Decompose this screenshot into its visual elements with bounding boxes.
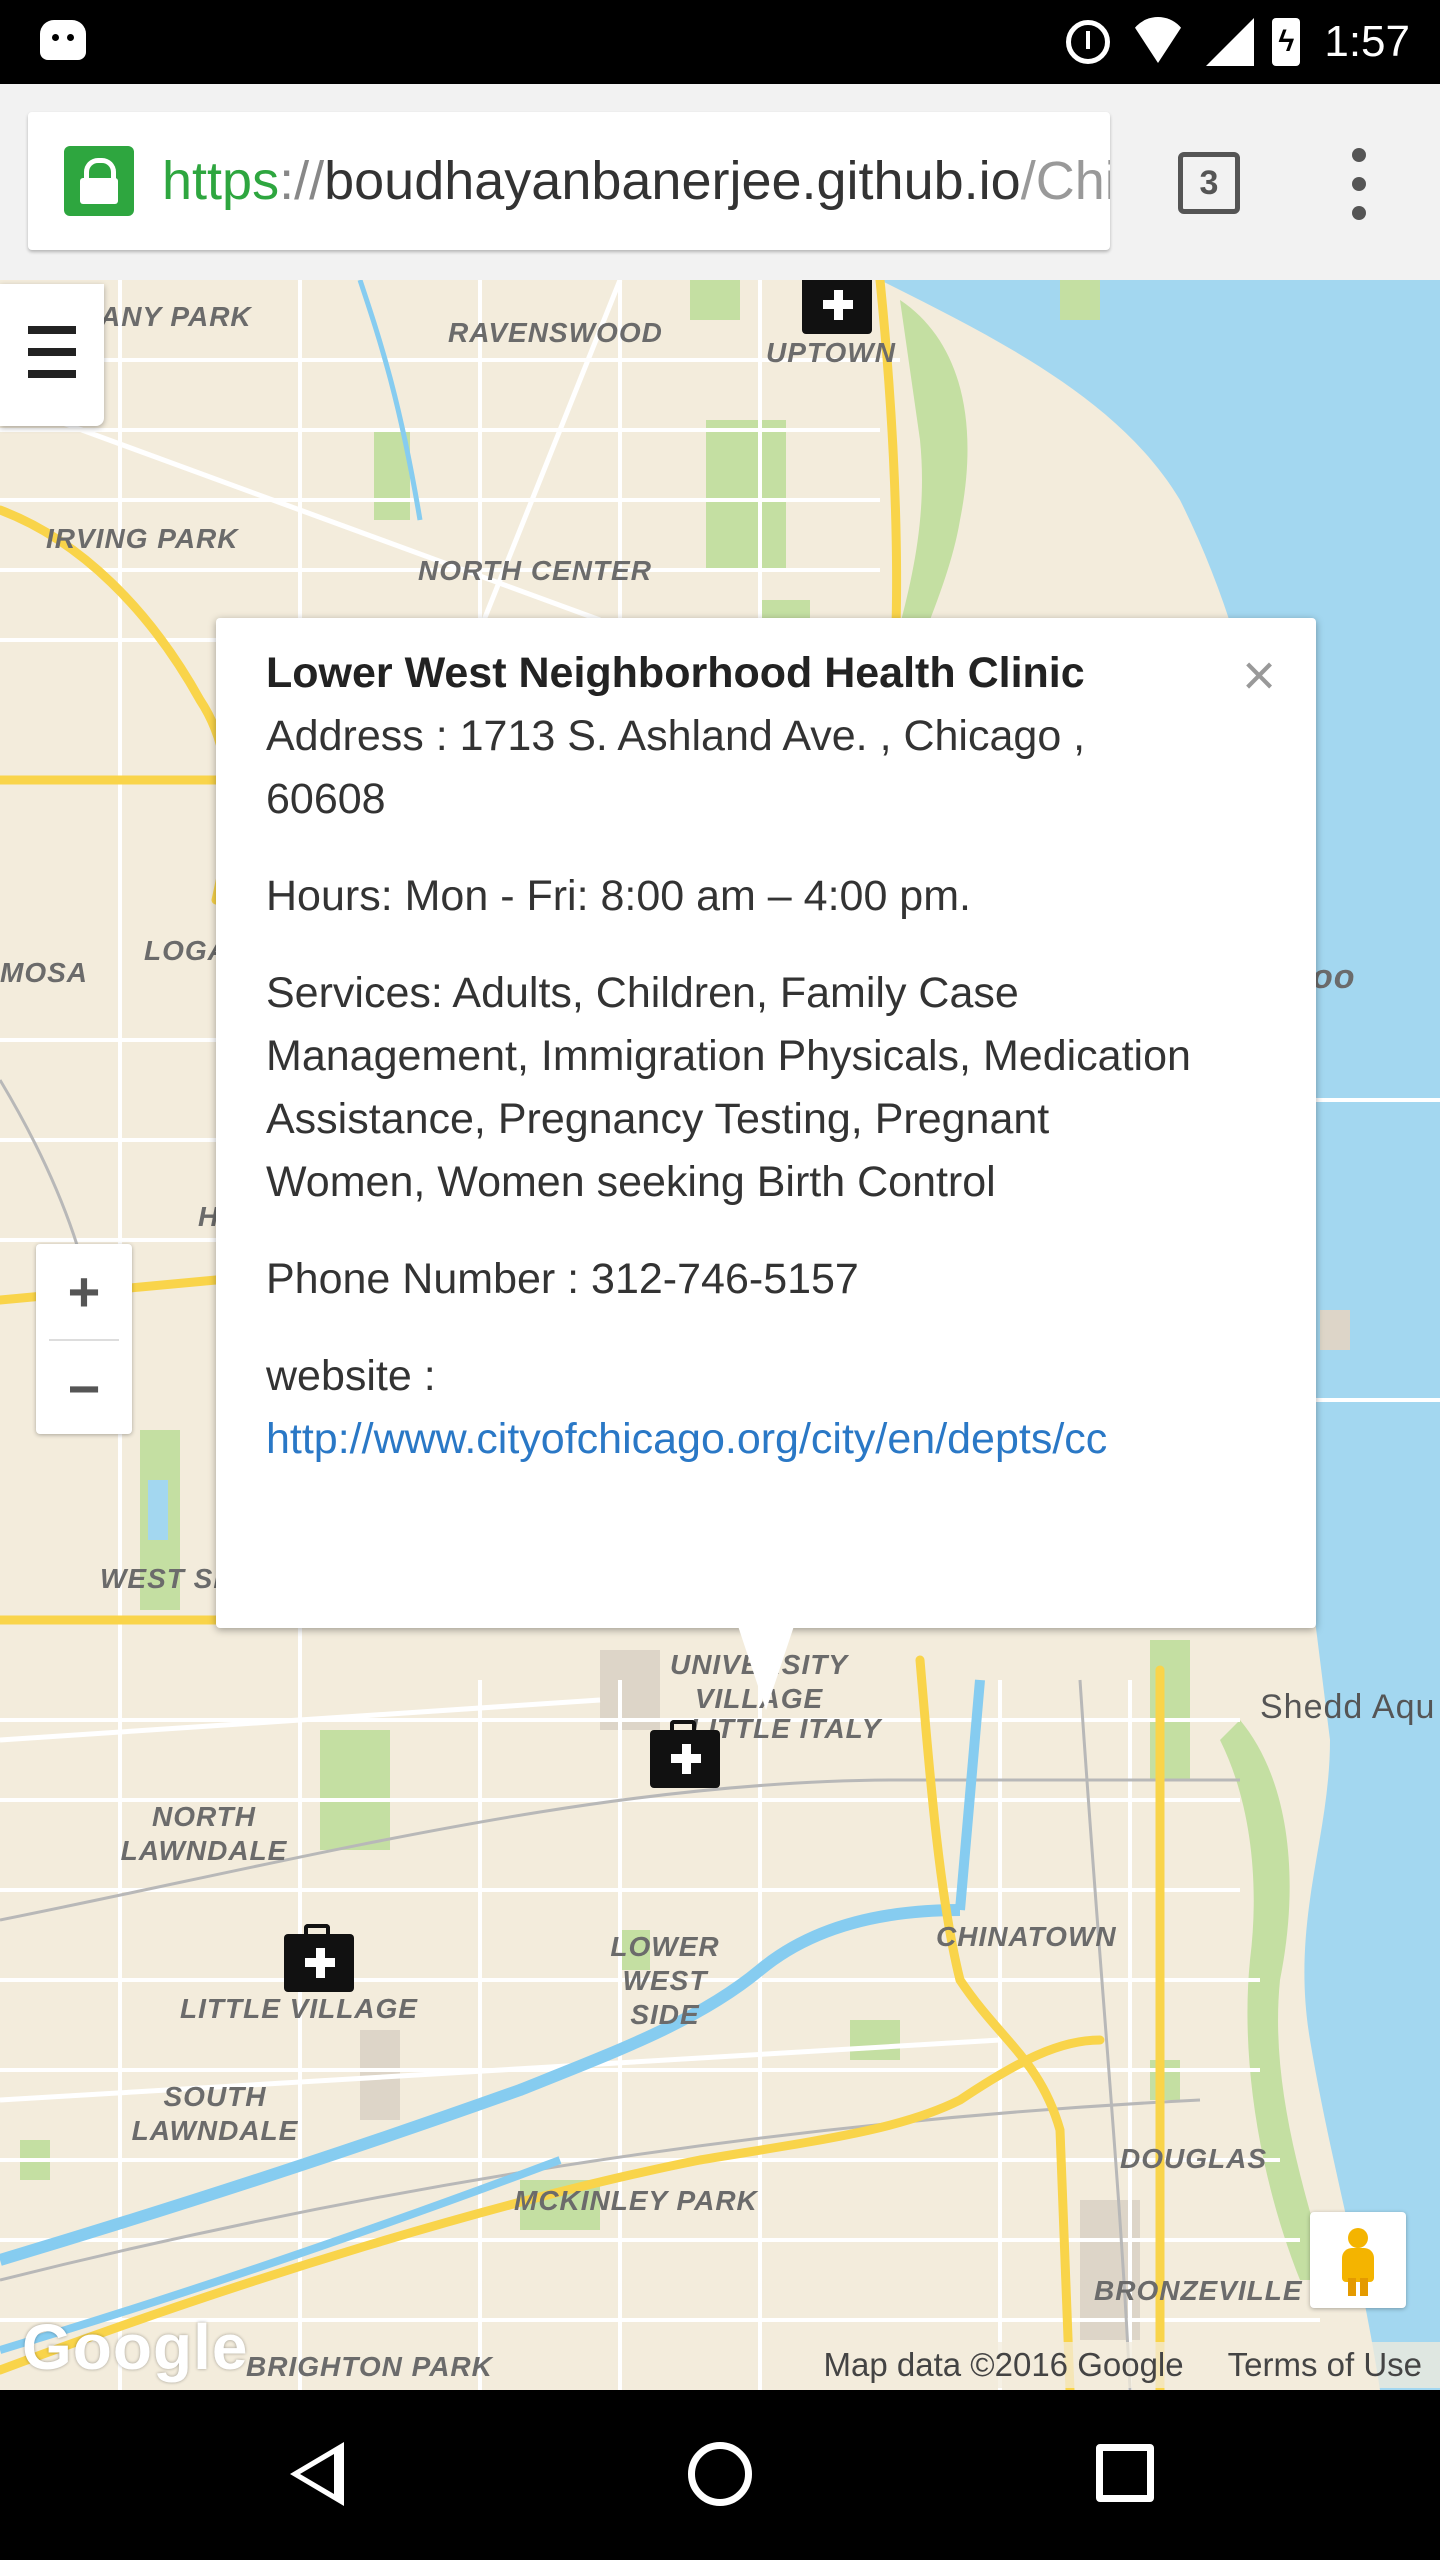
clinic-title: Lower West Neighborhood Health Clinic	[266, 649, 1085, 697]
map-label-north-center: NORTH CENTER	[418, 555, 652, 586]
medical-cross-icon	[671, 1744, 701, 1774]
back-icon[interactable]	[290, 2442, 344, 2506]
zoom-out-button[interactable]: −	[36, 1341, 132, 1436]
map-label-ravenswood: RAVENSWOOD	[448, 317, 663, 348]
clinic-address: Address : 1713 S. Ashland Ave. , Chicago…	[266, 712, 1086, 823]
zoom-control: + −	[36, 1244, 132, 1434]
map-label-north-lawndale: NORTH LAWNDALE	[120, 1801, 288, 1866]
map-label-any-park: ANY PARK	[100, 301, 252, 332]
park	[850, 2020, 900, 2060]
alarm-icon	[1066, 20, 1111, 64]
medical-cross-icon	[823, 290, 853, 320]
pond	[148, 1480, 168, 1540]
clinic-hours: Hours: Mon - Fri: 8:00 am – 4:00 pm.	[266, 872, 971, 920]
overflow-menu-icon[interactable]	[1350, 148, 1368, 220]
map-label-uptown: UPTOWN	[766, 337, 896, 368]
map-label-shedd: Shedd Aqu	[1260, 1688, 1436, 1726]
park	[706, 420, 786, 570]
pier	[1320, 1310, 1350, 1350]
map-label-mckinley-park: MCKINLEY PARK	[514, 2185, 758, 2216]
battery-charging-icon: ϟ	[1272, 18, 1301, 66]
info-window-tail	[738, 1626, 794, 1710]
clinic-marker-little-village[interactable]	[284, 1924, 354, 1992]
map-label-irving-park: IRVING PARK	[46, 523, 239, 554]
chicago-river	[955, 1679, 985, 1911]
wifi-icon	[1128, 17, 1189, 63]
tab-switcher-button[interactable]: 3	[1178, 152, 1240, 214]
clinic-marker-lower-west[interactable]	[650, 1720, 720, 1788]
medical-cross-icon	[305, 1948, 335, 1978]
map-label-south-lawndale: SOUTH LAWNDALE	[131, 2081, 299, 2146]
url-host: boudhayanbanerjee.github.io	[324, 151, 1021, 211]
map-label-chinatown: CHINATOWN	[936, 1921, 1117, 1952]
url-separator: ://	[279, 151, 325, 211]
park	[690, 280, 740, 320]
info-window: × Lower West Neighborhood Health Clinic …	[216, 618, 1316, 1628]
clinic-phone: Phone Number : 312-746-5157	[266, 1255, 859, 1303]
menu-hamburger-icon[interactable]	[0, 284, 104, 426]
browser-toolbar: https://boudhayanbanerjee.github.io/Chi …	[0, 84, 1440, 280]
close-icon[interactable]: ×	[1242, 646, 1276, 706]
park	[1150, 2060, 1180, 2100]
zoom-in-button[interactable]: +	[36, 1244, 132, 1339]
park	[320, 1730, 390, 1850]
home-icon[interactable]	[688, 2442, 752, 2506]
url-scheme: https	[162, 151, 280, 211]
lock-icon[interactable]	[64, 146, 134, 216]
map-label-bronzeville: BRONZEVILLE	[1094, 2275, 1303, 2306]
status-icons: ϟ 1:57	[1066, 0, 1410, 84]
map-data-text: Map data ©2016 Google	[823, 2346, 1184, 2383]
clinic-website-label: website :	[266, 1352, 436, 1400]
map-label-oo: oo	[1312, 958, 1356, 996]
google-logo: Google	[22, 2311, 249, 2383]
navigation-bar	[0, 2390, 1440, 2560]
map-label-mosa: MOSA	[0, 957, 88, 988]
map-label-brighton-park: BRIGHTON PARK	[246, 2351, 493, 2382]
terms-of-use-link[interactable]: Terms of Use	[1228, 2346, 1422, 2384]
url-text[interactable]: https://boudhayanbanerjee.github.io/Chi	[162, 142, 1110, 220]
street-view-pegman-icon[interactable]	[1310, 2212, 1406, 2308]
url-path: /Chi	[1020, 151, 1110, 211]
recent-apps-icon[interactable]	[1096, 2444, 1154, 2502]
status-bar: ϟ 1:57	[0, 0, 1440, 84]
map-label-west-side: WEST SI	[100, 1563, 223, 1594]
cell-signal-icon	[1206, 18, 1255, 66]
park	[1060, 280, 1100, 320]
status-time: 1:57	[1324, 17, 1410, 66]
clinic-services: Services: Adults, Children, Family Case …	[266, 969, 1191, 1206]
map-label-douglas: DOUGLAS	[1120, 2143, 1267, 2174]
info-window-content: Lower West Neighborhood Health Clinic Ad…	[266, 642, 1206, 1471]
clinic-marker-uptown[interactable]	[802, 280, 872, 334]
map-label-little-village: LITTLE VILLAGE	[180, 1993, 418, 2024]
map-label-lower-west-side: LOWER WEST SIDE	[610, 1931, 720, 2030]
map-attribution: Map data ©2016 Google Terms of Use	[801, 2342, 1440, 2388]
android-icon	[40, 20, 86, 60]
url-bar[interactable]: https://boudhayanbanerjee.github.io/Chi	[28, 112, 1110, 250]
clinic-website-link[interactable]: http://www.cityofchicago.org/city/en/dep…	[266, 1408, 1206, 1471]
